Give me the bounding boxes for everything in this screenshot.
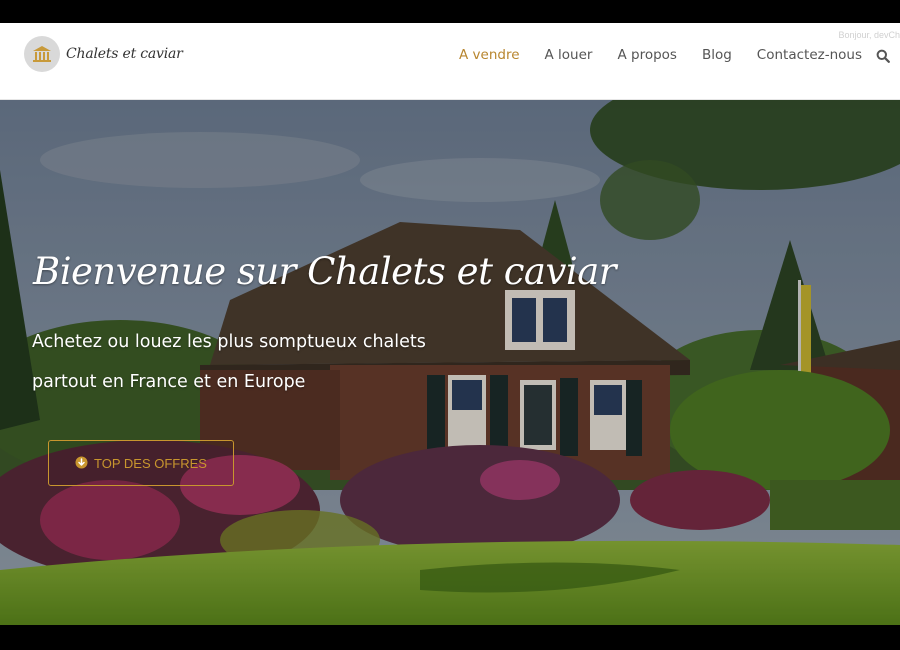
hero-background-image <box>0 100 900 625</box>
logo[interactable]: Chalets et caviar <box>24 36 183 72</box>
nav-item-a-louer[interactable]: A louer <box>545 47 593 63</box>
nav-item-a-propos[interactable]: A propos <box>617 47 676 63</box>
top-offers-button[interactable]: TOP DES OFFRES <box>48 440 234 486</box>
top-offers-label: TOP DES OFFRES <box>94 455 207 471</box>
hero-subtitle-line2: partout en France et en Europe <box>32 372 306 392</box>
search-icon[interactable] <box>876 48 890 67</box>
logo-text: Chalets et caviar <box>66 46 183 62</box>
hero-subtitle-line1: Achetez ou louez les plus somptueux chal… <box>32 332 426 352</box>
hero-title: Bienvenue sur Chalets et caviar <box>33 250 616 293</box>
hero-section: Bienvenue sur Chalets et caviar Achetez … <box>0 100 900 625</box>
browser-frame: Chalets et caviar A vendre A louer A pro… <box>0 0 900 650</box>
navbar: Chalets et caviar A vendre A louer A pro… <box>0 23 900 100</box>
nav-item-blog[interactable]: Blog <box>702 47 732 63</box>
arrow-circle-down-icon <box>75 454 88 473</box>
nav-item-contactez-nous[interactable]: Contactez-nous <box>757 47 862 63</box>
nav-item-a-vendre[interactable]: A vendre <box>459 47 520 63</box>
greeting-text: Bonjour, devCh <box>838 30 900 40</box>
logo-icon <box>24 36 60 72</box>
website: Chalets et caviar A vendre A louer A pro… <box>0 23 900 625</box>
main-nav: A vendre A louer A propos Blog Contactez… <box>459 47 862 63</box>
